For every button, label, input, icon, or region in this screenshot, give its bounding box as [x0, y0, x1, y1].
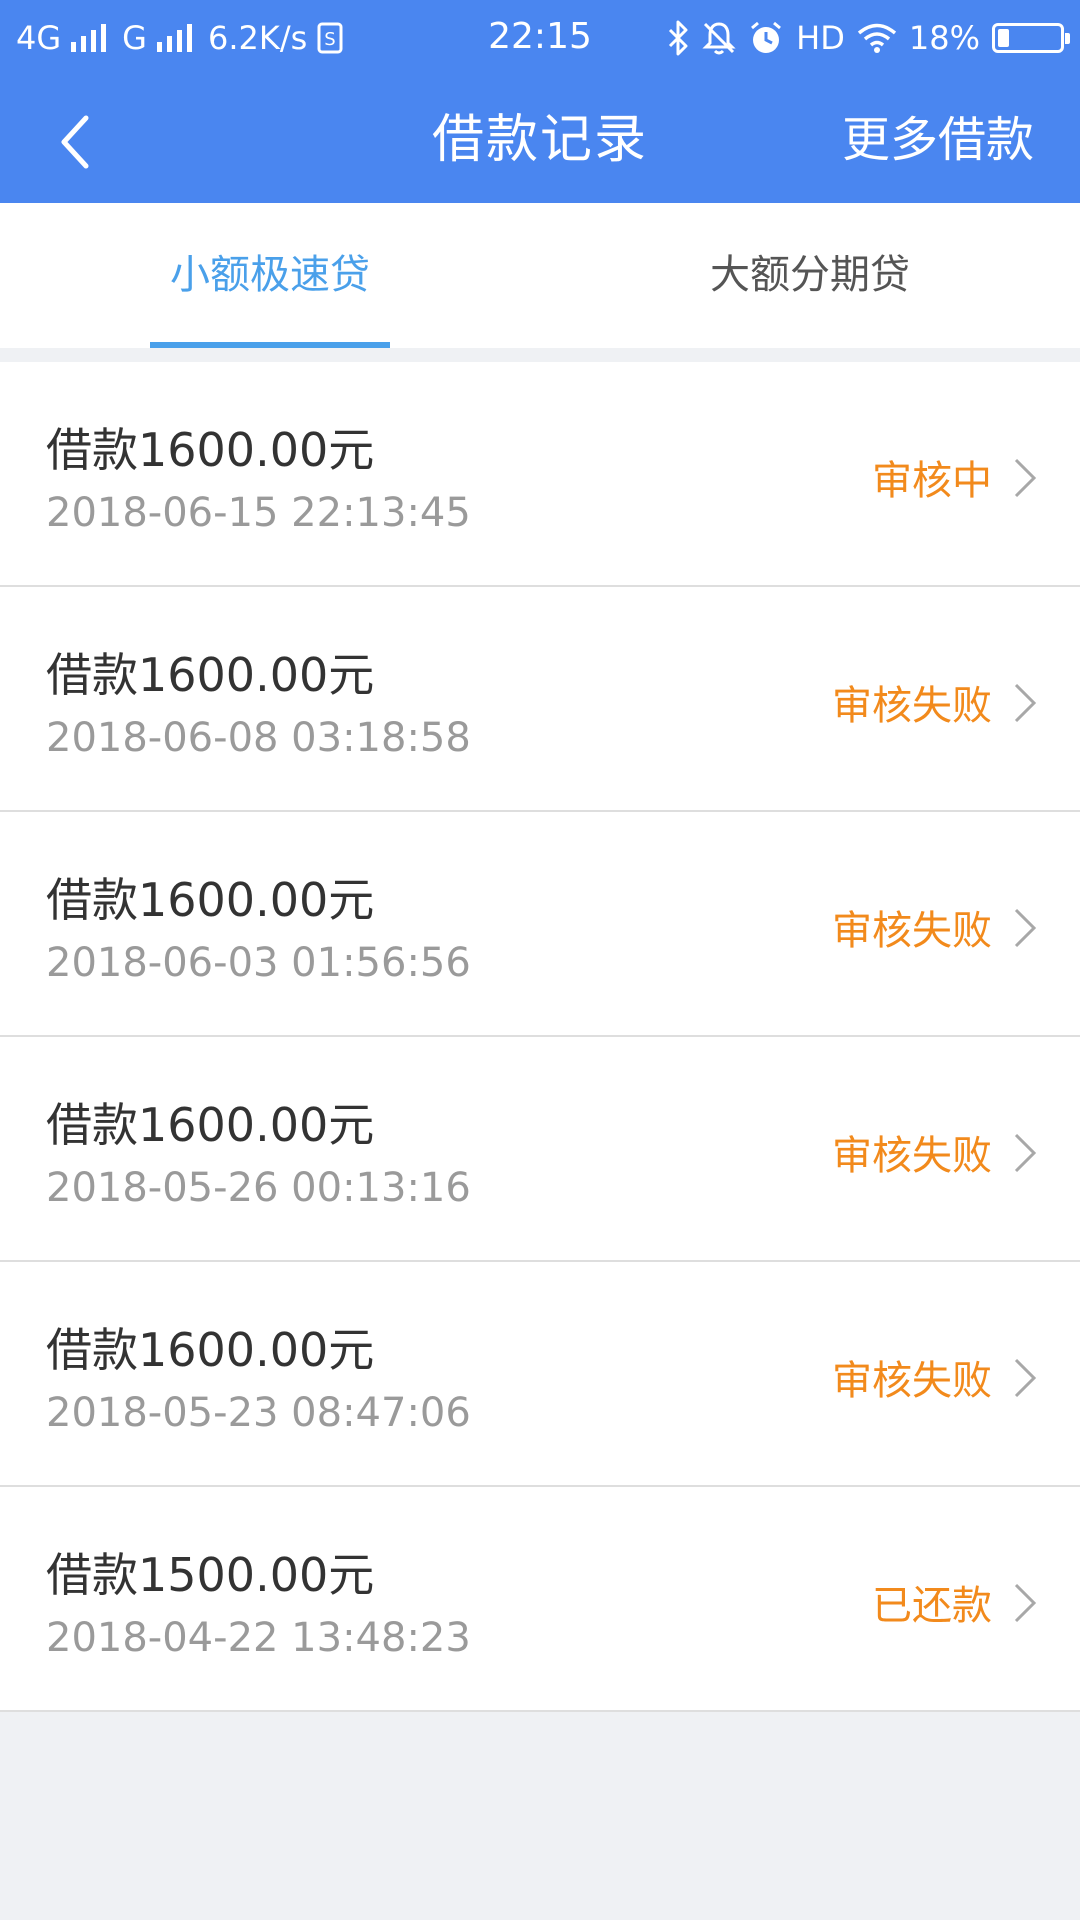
chevron-right-icon — [1014, 908, 1037, 948]
tab-small-fast-loan[interactable]: 小额极速贷 — [0, 203, 540, 348]
loan-status: 审核失败 — [832, 1133, 992, 1179]
loan-date: 2018-04-22 13:48:23 — [46, 1615, 471, 1661]
hd-indicator: HD — [796, 19, 845, 57]
battery-percent: 18% — [908, 19, 980, 57]
loan-records-screen: 4G G 6.2K/s S 22:15 HD 18% 借款记录 更多借款 小额极… — [0, 0, 1080, 1920]
loan-record-row[interactable]: 借款1600.00元 2018-05-23 08:47:06 审核失败 — [0, 1262, 1080, 1487]
loan-date: 2018-06-08 03:18:58 — [46, 715, 471, 761]
battery-level — [998, 29, 1009, 47]
tab-large-installment-loan[interactable]: 大额分期贷 — [540, 203, 1080, 348]
loan-record-row[interactable]: 借款1500.00元 2018-04-22 13:48:23 已还款 — [0, 1487, 1080, 1712]
alarm-icon — [748, 20, 784, 56]
loan-date: 2018-05-23 08:47:06 — [46, 1390, 471, 1436]
loan-amount: 借款1600.00元 — [46, 1323, 375, 1377]
chevron-right-icon — [1014, 1358, 1037, 1398]
bluetooth-icon — [666, 20, 690, 56]
chevron-right-icon — [1014, 458, 1037, 498]
back-arrow-icon — [61, 115, 89, 169]
mute-bell-icon — [702, 20, 736, 56]
loan-status: 审核失败 — [832, 683, 992, 729]
loan-record-row[interactable]: 借款1600.00元 2018-05-26 00:13:16 审核失败 — [0, 1037, 1080, 1262]
loan-status: 审核失败 — [832, 908, 992, 954]
loan-record-row[interactable]: 借款1600.00元 2018-06-08 03:18:58 审核失败 — [0, 587, 1080, 812]
loan-record-row[interactable]: 借款1600.00元 2018-06-03 01:56:56 审核失败 — [0, 812, 1080, 1037]
app-header: 4G G 6.2K/s S 22:15 HD 18% 借款记录 更多借款 — [0, 0, 1080, 203]
more-loans-button[interactable]: 更多借款 — [842, 78, 1034, 203]
loan-record-list: 借款1600.00元 2018-06-15 22:13:45 审核中 借款160… — [0, 362, 1080, 1712]
loan-status: 已还款 — [872, 1583, 992, 1629]
loan-record-row[interactable]: 借款1600.00元 2018-06-15 22:13:45 审核中 — [0, 362, 1080, 587]
loan-date: 2018-05-26 00:13:16 — [46, 1165, 471, 1211]
loan-amount: 借款1500.00元 — [46, 1548, 375, 1602]
loan-status: 审核中 — [872, 458, 992, 504]
back-button[interactable] — [36, 102, 116, 182]
loan-type-tabs: 小额极速贷 大额分期贷 — [0, 203, 1080, 348]
divider — [0, 348, 1080, 362]
loan-status: 审核失败 — [832, 1358, 992, 1404]
chevron-right-icon — [1014, 1583, 1037, 1623]
loan-amount: 借款1600.00元 — [46, 648, 375, 702]
loan-amount: 借款1600.00元 — [46, 423, 375, 477]
status-right: HD 18% — [666, 16, 1070, 60]
chevron-right-icon — [1014, 1133, 1037, 1173]
nav-bar: 借款记录 更多借款 — [0, 78, 1080, 203]
chevron-right-icon — [1014, 683, 1037, 723]
loan-date: 2018-06-03 01:56:56 — [46, 940, 471, 986]
status-bar: 4G G 6.2K/s S 22:15 HD 18% — [0, 0, 1080, 78]
wifi-icon — [857, 22, 897, 54]
battery-icon — [992, 23, 1070, 53]
loan-date: 2018-06-15 22:13:45 — [46, 490, 471, 536]
loan-amount: 借款1600.00元 — [46, 873, 375, 927]
loan-amount: 借款1600.00元 — [46, 1098, 375, 1152]
